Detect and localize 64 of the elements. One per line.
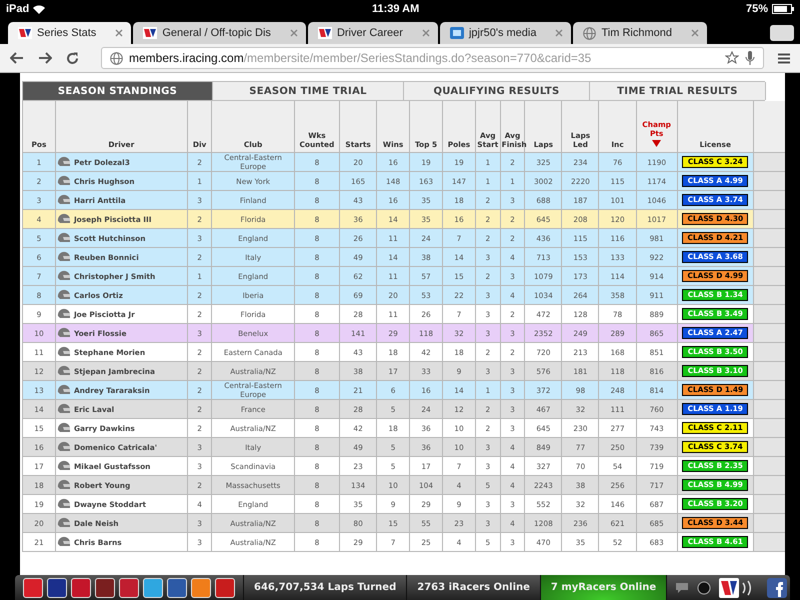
app-icon[interactable] [215, 578, 235, 598]
helmet-icon [56, 460, 70, 472]
flag-icon [143, 27, 158, 39]
standings-tab[interactable]: SEASON TIME TRIAL [213, 82, 404, 100]
close-icon[interactable] [115, 29, 124, 37]
circle-icon[interactable] [697, 580, 712, 594]
menu-icon[interactable] [778, 52, 790, 64]
helmet-icon [56, 289, 70, 301]
helmet-icon [56, 270, 70, 282]
flag-icon [18, 27, 32, 39]
star-icon[interactable] [725, 51, 739, 65]
browser-tab[interactable]: Driver Career [308, 22, 438, 44]
app-icon[interactable] [95, 578, 115, 598]
helmet-icon [56, 251, 70, 263]
helmet-icon [56, 175, 70, 187]
helmet-icon [56, 156, 70, 168]
battery-icon [772, 4, 794, 14]
helmet-icon [56, 441, 70, 453]
forward-icon[interactable] [38, 52, 52, 64]
new-tab-button[interactable] [770, 25, 794, 41]
address-field[interactable]: members.iracing.com/membersite/member/SeriesStandings.do?season=770&carid=35 [101, 47, 764, 69]
reload-icon[interactable] [66, 52, 79, 64]
browser-tab[interactable]: Series Stats [8, 22, 132, 44]
helmet-icon [56, 194, 70, 206]
helmet-icon [56, 308, 70, 320]
helmet-icon [56, 479, 70, 491]
browser-tab[interactable]: General / Off-topic Dis [133, 22, 306, 44]
battery-percent: 75% [746, 3, 768, 15]
helmet-icon [56, 384, 70, 396]
app-icon[interactable] [143, 578, 163, 598]
helmet-icon [56, 498, 70, 510]
helmet-icon [56, 422, 70, 434]
flag-icon [318, 27, 332, 39]
helmet-icon [56, 232, 70, 244]
app-icon[interactable] [191, 578, 211, 598]
helmet-icon [56, 327, 70, 339]
helmet-icon [56, 213, 70, 225]
device-name: iPad [6, 3, 30, 15]
clock-time: 11:39 AM [372, 3, 420, 15]
photo-icon [450, 27, 464, 39]
helmet-icon [56, 517, 70, 529]
browser-tab[interactable]: jpjr50's media [440, 22, 572, 44]
helmet-icon [56, 346, 70, 358]
microphone-icon[interactable] [745, 50, 755, 66]
helmet-icon [56, 365, 70, 377]
standings-tab[interactable]: TIME TRIAL RESULTS [590, 82, 766, 100]
standings-tab[interactable]: SEASON STANDINGS [23, 82, 213, 100]
facebook-icon[interactable] [767, 578, 788, 598]
app-icon[interactable] [167, 578, 187, 598]
chat-icon[interactable] [675, 582, 690, 594]
globe-icon [583, 26, 596, 40]
stat-label: 7 myRacers Online [540, 575, 666, 600]
app-icon[interactable] [23, 578, 43, 598]
app-icon[interactable] [119, 578, 139, 598]
back-icon[interactable] [10, 52, 24, 64]
helmet-icon [56, 536, 70, 548]
standings-tab[interactable]: QUALIFYING RESULTS [404, 82, 590, 100]
globe-icon [110, 52, 123, 64]
helmet-icon [56, 403, 70, 415]
wifi-icon [33, 4, 46, 14]
app-icon[interactable] [71, 578, 91, 598]
browser-tab[interactable]: Tim Richmond [573, 22, 707, 44]
stat-label: 646,707,534 Laps Turned [243, 575, 406, 600]
app-icon[interactable] [47, 578, 67, 598]
